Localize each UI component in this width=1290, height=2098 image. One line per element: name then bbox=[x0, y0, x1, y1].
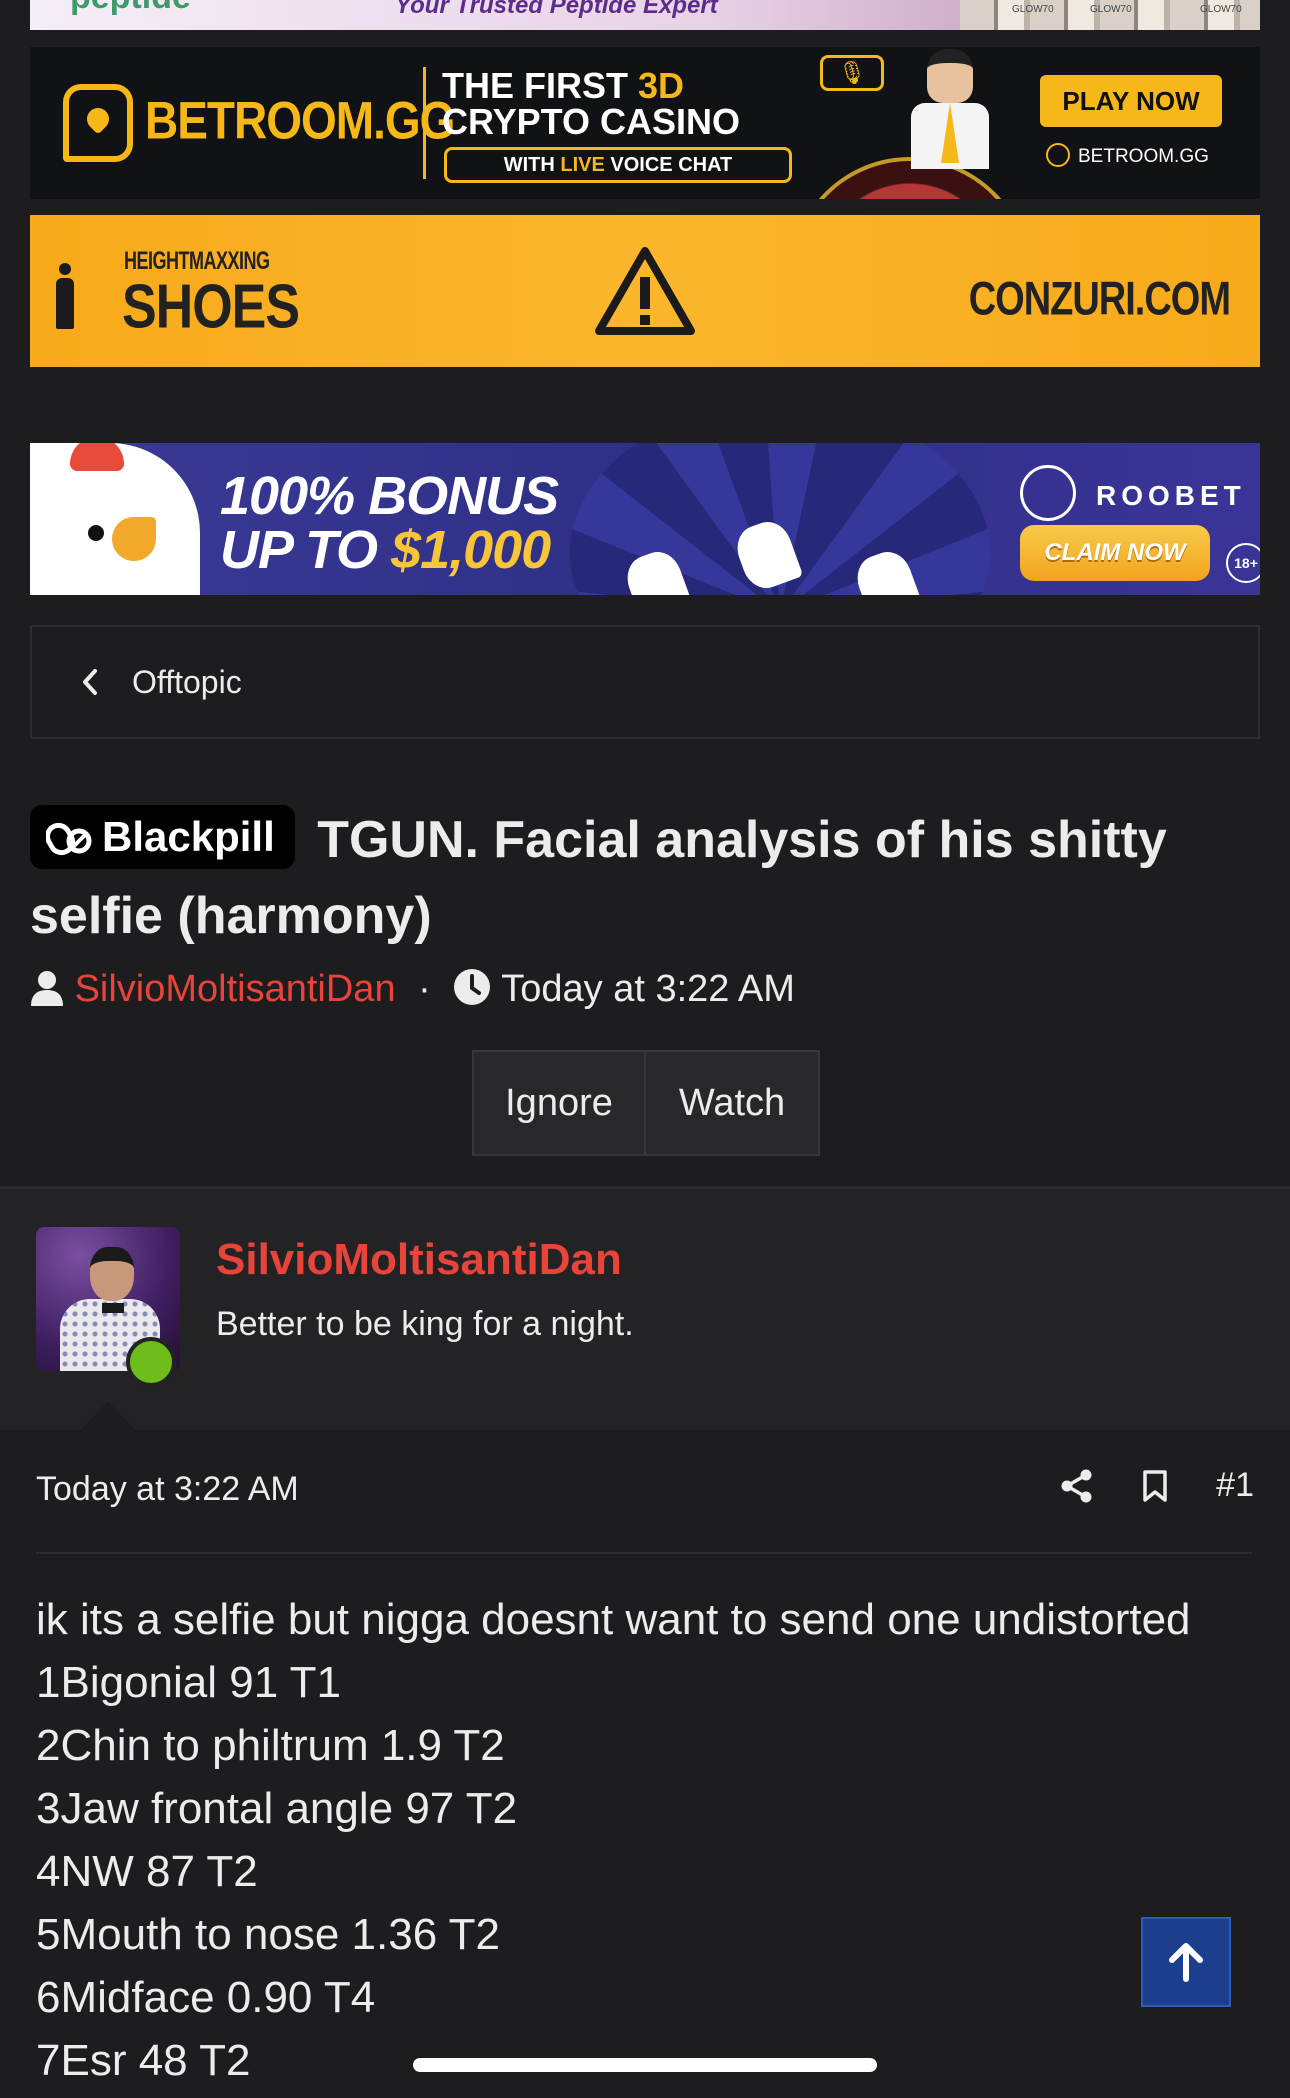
post-line: 6Midface 0.90 T4 bbox=[36, 1973, 376, 2022]
ad-banner-conzuri[interactable]: HEIGHTMAXXING SHOES CONZURI.COM bbox=[30, 215, 1260, 367]
ad-peptide-box-label: GLOW70 bbox=[1200, 4, 1242, 15]
ad-peptide-logo: peptide bbox=[70, 0, 191, 17]
post-message: ik its a selfie but nigga doesnt want to… bbox=[36, 1588, 1266, 2092]
ad-roobet-headline-2: UP TO $1,000 bbox=[220, 520, 551, 580]
post-actions: #1 bbox=[1012, 1466, 1254, 1505]
ad-roobet-claim-button[interactable]: CLAIM NOW bbox=[1020, 525, 1210, 581]
arrow-up-icon bbox=[1169, 1943, 1203, 1982]
chevron-left-icon bbox=[83, 669, 97, 695]
clock-icon bbox=[454, 969, 491, 1005]
bookmark-icon[interactable] bbox=[1142, 1469, 1168, 1503]
person-icon bbox=[56, 263, 74, 329]
watch-button[interactable]: Watch bbox=[644, 1050, 820, 1156]
user-icon bbox=[31, 971, 63, 1006]
ad-conzuri-big-text: SHOES bbox=[122, 272, 300, 342]
post-line: 5Mouth to nose 1.36 T2 bbox=[36, 1910, 500, 1959]
ad-banner-peptide[interactable]: peptide Your Trusted Peptide Expert GLOW… bbox=[30, 0, 1260, 30]
thread-date[interactable]: Today at 3:22 AM bbox=[501, 968, 795, 1010]
ad-banner-roobet[interactable]: 100% BONUS UP TO $1,000 ROOBET CLAIM NOW… bbox=[30, 443, 1260, 595]
post-body: Today at 3:22 AM #1 ik its a selfie but … bbox=[0, 1430, 1290, 2098]
roobet-logo-icon bbox=[1020, 465, 1076, 521]
post-user-title: Better to be king for a night. bbox=[216, 1305, 634, 1343]
ad-peptide-product-image: GLOW70 GLOW70 GLOW70 bbox=[960, 0, 1260, 30]
post-date[interactable]: Today at 3:22 AM bbox=[36, 1470, 299, 1509]
post-number-link[interactable]: #1 bbox=[1216, 1466, 1254, 1505]
ad-conzuri-site: CONZURI.COM bbox=[968, 273, 1231, 326]
warning-triangle-icon bbox=[595, 247, 695, 335]
thread-meta: SilvioMoltisantiDan · Today at 3:22 AM bbox=[30, 968, 795, 1011]
post-line: 4NW 87 T2 bbox=[36, 1847, 258, 1896]
globe-icon bbox=[1046, 143, 1070, 167]
age-restriction-badge: 18+ bbox=[1226, 543, 1260, 583]
pill-icon bbox=[45, 822, 92, 856]
thread-action-buttons: Ignore Watch bbox=[472, 1050, 820, 1156]
ad-peptide-tagline: Your Trusted Peptide Expert bbox=[395, 0, 718, 19]
breadcrumb[interactable]: Offtopic bbox=[30, 625, 1260, 739]
online-status-indicator bbox=[126, 1337, 176, 1387]
post-line: 3Jaw frontal angle 97 T2 bbox=[36, 1784, 518, 1833]
prize-wheel-illustration bbox=[570, 443, 990, 595]
ad-banner-betroom[interactable]: BETROOM.GG THE FIRST 3D CRYPTO CASINO WI… bbox=[30, 47, 1260, 199]
post-line: 2Chin to philtrum 1.9 T2 bbox=[36, 1721, 505, 1770]
betroom-logo-icon bbox=[63, 84, 133, 162]
ad-roobet-brand: ROOBET bbox=[1020, 465, 1246, 521]
thread-prefix-label: Blackpill bbox=[102, 813, 275, 860]
ad-roobet-headline-1: 100% BONUS bbox=[220, 466, 559, 526]
post-pointer-arrow bbox=[78, 1401, 138, 1433]
post-line: 1Bigonial 91 T1 bbox=[36, 1658, 341, 1707]
post-user-block: SilvioMoltisantiDan Better to be king fo… bbox=[0, 1186, 1290, 1433]
post-username[interactable]: SilvioMoltisantiDan bbox=[216, 1235, 622, 1285]
ad-peptide-box-label: GLOW70 bbox=[1012, 4, 1054, 15]
chicken-mascot-icon bbox=[30, 443, 200, 595]
ignore-button[interactable]: Ignore bbox=[472, 1050, 644, 1156]
meta-separator: · bbox=[418, 968, 431, 1010]
thread-title: Blackpill TGUN. Facial analysis of his s… bbox=[30, 802, 1255, 954]
ad-betroom-voice-chat-pill: WITH LIVE VOICE CHAT bbox=[444, 147, 792, 183]
home-indicator[interactable] bbox=[413, 2058, 877, 2072]
post-line: ik its a selfie but nigga doesnt want to… bbox=[36, 1595, 1191, 1644]
ad-betroom-brand: BETROOM.GG bbox=[145, 90, 455, 150]
ad-betroom-play-button[interactable]: PLAY NOW bbox=[1040, 75, 1222, 127]
share-icon[interactable] bbox=[1060, 1469, 1094, 1503]
microphone-icon: 🎙 bbox=[820, 55, 884, 91]
thread-author-link[interactable]: SilvioMoltisantiDan bbox=[75, 968, 396, 1010]
dealer-illustration bbox=[905, 49, 995, 169]
post-divider bbox=[36, 1552, 1252, 1554]
ad-betroom-headline-2: CRYPTO CASINO bbox=[442, 101, 741, 142]
ad-betroom-divider bbox=[423, 67, 426, 179]
breadcrumb-forum-link[interactable]: Offtopic bbox=[132, 664, 242, 701]
ad-peptide-box-label: GLOW70 bbox=[1090, 4, 1132, 15]
thread-prefix-badge[interactable]: Blackpill bbox=[30, 805, 295, 869]
back-to-top-button[interactable] bbox=[1141, 1917, 1231, 2007]
ad-betroom-site: BETROOM.GG bbox=[1046, 143, 1209, 168]
